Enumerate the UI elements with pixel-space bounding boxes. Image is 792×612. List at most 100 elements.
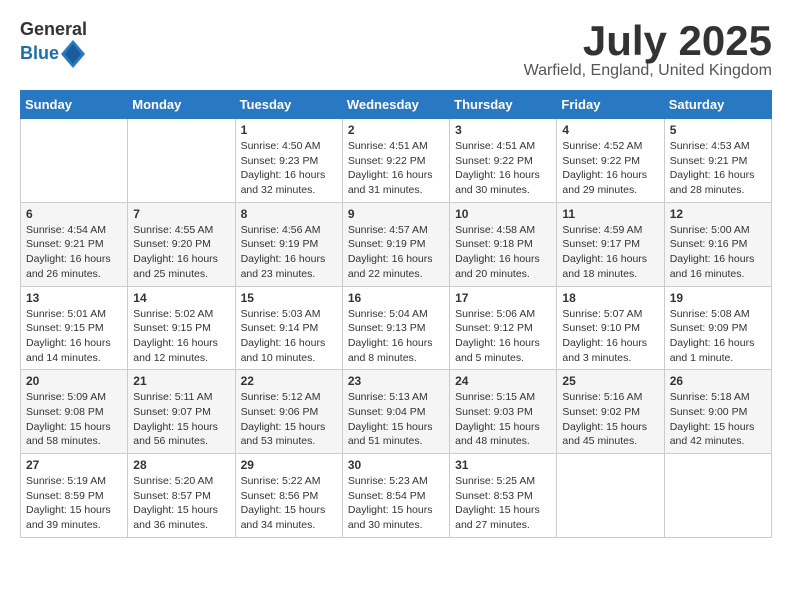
day-info: Sunrise: 4:56 AM Sunset: 9:19 PM Dayligh…: [241, 223, 337, 282]
weekday-header: Sunday: [21, 91, 128, 119]
day-number: 24: [455, 374, 551, 388]
day-info: Sunrise: 4:52 AM Sunset: 9:22 PM Dayligh…: [562, 139, 658, 198]
day-number: 28: [133, 458, 229, 472]
logo-blue-text: Blue: [20, 44, 59, 64]
day-number: 22: [241, 374, 337, 388]
calendar-cell: 19 Sunrise: 5:08 AM Sunset: 9:09 PM Dayli…: [664, 286, 771, 370]
calendar-cell: 23 Sunrise: 5:13 AM Sunset: 9:04 PM Dayli…: [342, 370, 449, 454]
day-info: Sunrise: 5:08 AM Sunset: 9:09 PM Dayligh…: [670, 307, 766, 366]
day-number: 26: [670, 374, 766, 388]
calendar-cell: 16Sunrise: 5:04 AM Sunset: 9:13 PM Dayli…: [342, 286, 449, 370]
calendar-cell: [128, 119, 235, 203]
day-info: Sunrise: 5:19 AM Sunset: 8:59 PM Dayligh…: [26, 474, 122, 533]
weekday-header: Tuesday: [235, 91, 342, 119]
day-info: Sunrise: 5:18 AM Sunset: 9:00 PM Dayligh…: [670, 390, 766, 449]
day-number: 14: [133, 291, 229, 305]
day-number: 23: [348, 374, 444, 388]
logo-general-text: General: [20, 20, 87, 40]
day-number: 17: [455, 291, 551, 305]
calendar-week-row: 1 Sunrise: 4:50 AM Sunset: 9:23 PM Daylig…: [21, 119, 772, 203]
day-info: Sunrise: 5:22 AM Sunset: 8:56 PM Dayligh…: [241, 474, 337, 533]
day-number: 30: [348, 458, 444, 472]
location-title: Warfield, England, United Kingdom: [524, 62, 772, 80]
calendar-cell: 13 Sunrise: 5:01 AM Sunset: 9:15 PM Dayli…: [21, 286, 128, 370]
day-number: 9: [348, 207, 444, 221]
day-number: 16: [348, 291, 444, 305]
day-info: Sunrise: 5:02 AM Sunset: 9:15 PM Dayligh…: [133, 307, 229, 366]
calendar-cell: 24Sunrise: 5:15 AM Sunset: 9:03 PM Dayli…: [450, 370, 557, 454]
day-info: Sunrise: 4:59 AM Sunset: 9:17 PM Dayligh…: [562, 223, 658, 282]
calendar-cell: 30 Sunrise: 5:23 AM Sunset: 8:54 PM Dayli…: [342, 454, 449, 538]
calendar-header-row: SundayMondayTuesdayWednesdayThursdayFrid…: [21, 91, 772, 119]
calendar-week-row: 27 Sunrise: 5:19 AM Sunset: 8:59 PM Dayli…: [21, 454, 772, 538]
calendar-week-row: 13 Sunrise: 5:01 AM Sunset: 9:15 PM Dayli…: [21, 286, 772, 370]
calendar-cell: 22Sunrise: 5:12 AM Sunset: 9:06 PM Dayli…: [235, 370, 342, 454]
calendar-cell: 7 Sunrise: 4:55 AM Sunset: 9:20 PM Daylig…: [128, 202, 235, 286]
day-info: Sunrise: 5:00 AM Sunset: 9:16 PM Dayligh…: [670, 223, 766, 282]
day-info: Sunrise: 5:11 AM Sunset: 9:07 PM Dayligh…: [133, 390, 229, 449]
day-number: 27: [26, 458, 122, 472]
calendar-cell: 25Sunrise: 5:16 AM Sunset: 9:02 PM Dayli…: [557, 370, 664, 454]
day-number: 1: [241, 123, 337, 137]
calendar-cell: 10 Sunrise: 4:58 AM Sunset: 9:18 PM Dayli…: [450, 202, 557, 286]
day-info: Sunrise: 4:51 AM Sunset: 9:22 PM Dayligh…: [455, 139, 551, 198]
weekday-header: Thursday: [450, 91, 557, 119]
day-info: Sunrise: 5:06 AM Sunset: 9:12 PM Dayligh…: [455, 307, 551, 366]
calendar-cell: 1 Sunrise: 4:50 AM Sunset: 9:23 PM Daylig…: [235, 119, 342, 203]
calendar-cell: 9 Sunrise: 4:57 AM Sunset: 9:19 PM Daylig…: [342, 202, 449, 286]
day-number: 11: [562, 207, 658, 221]
calendar-cell: 4Sunrise: 4:52 AM Sunset: 9:22 PM Daylig…: [557, 119, 664, 203]
calendar-cell: 29 Sunrise: 5:22 AM Sunset: 8:56 PM Dayli…: [235, 454, 342, 538]
day-info: Sunrise: 4:57 AM Sunset: 9:19 PM Dayligh…: [348, 223, 444, 282]
day-number: 29: [241, 458, 337, 472]
day-info: Sunrise: 4:54 AM Sunset: 9:21 PM Dayligh…: [26, 223, 122, 282]
calendar-cell: 12Sunrise: 5:00 AM Sunset: 9:16 PM Dayli…: [664, 202, 771, 286]
calendar-cell: 18 Sunrise: 5:07 AM Sunset: 9:10 PM Dayli…: [557, 286, 664, 370]
calendar-table: SundayMondayTuesdayWednesdayThursdayFrid…: [20, 90, 772, 538]
calendar-cell: 6 Sunrise: 4:54 AM Sunset: 9:21 PM Daylig…: [21, 202, 128, 286]
day-number: 5: [670, 123, 766, 137]
day-number: 3: [455, 123, 551, 137]
calendar-cell: 20Sunrise: 5:09 AM Sunset: 9:08 PM Dayli…: [21, 370, 128, 454]
calendar-cell: 27 Sunrise: 5:19 AM Sunset: 8:59 PM Dayli…: [21, 454, 128, 538]
day-number: 13: [26, 291, 122, 305]
calendar-cell: 11 Sunrise: 4:59 AM Sunset: 9:17 PM Dayli…: [557, 202, 664, 286]
calendar-cell: 15Sunrise: 5:03 AM Sunset: 9:14 PM Dayli…: [235, 286, 342, 370]
day-number: 19: [670, 291, 766, 305]
calendar-cell: [664, 454, 771, 538]
logo-icon: [61, 40, 85, 68]
day-info: Sunrise: 5:01 AM Sunset: 9:15 PM Dayligh…: [26, 307, 122, 366]
calendar-cell: [21, 119, 128, 203]
day-info: Sunrise: 4:50 AM Sunset: 9:23 PM Dayligh…: [241, 139, 337, 198]
day-info: Sunrise: 4:55 AM Sunset: 9:20 PM Dayligh…: [133, 223, 229, 282]
calendar-cell: 3 Sunrise: 4:51 AM Sunset: 9:22 PM Daylig…: [450, 119, 557, 203]
day-info: Sunrise: 5:16 AM Sunset: 9:02 PM Dayligh…: [562, 390, 658, 449]
weekday-header: Monday: [128, 91, 235, 119]
weekday-header: Friday: [557, 91, 664, 119]
weekday-header: Wednesday: [342, 91, 449, 119]
day-number: 21: [133, 374, 229, 388]
day-info: Sunrise: 5:20 AM Sunset: 8:57 PM Dayligh…: [133, 474, 229, 533]
calendar-cell: 31Sunrise: 5:25 AM Sunset: 8:53 PM Dayli…: [450, 454, 557, 538]
logo: General Blue: [20, 20, 87, 68]
calendar-cell: 2Sunrise: 4:51 AM Sunset: 9:22 PM Daylig…: [342, 119, 449, 203]
month-title: July 2025: [524, 20, 772, 62]
day-number: 6: [26, 207, 122, 221]
day-number: 7: [133, 207, 229, 221]
calendar-cell: 28 Sunrise: 5:20 AM Sunset: 8:57 PM Dayli…: [128, 454, 235, 538]
weekday-header: Saturday: [664, 91, 771, 119]
day-info: Sunrise: 4:53 AM Sunset: 9:21 PM Dayligh…: [670, 139, 766, 198]
day-info: Sunrise: 5:09 AM Sunset: 9:08 PM Dayligh…: [26, 390, 122, 449]
day-number: 15: [241, 291, 337, 305]
day-info: Sunrise: 5:13 AM Sunset: 9:04 PM Dayligh…: [348, 390, 444, 449]
day-info: Sunrise: 5:23 AM Sunset: 8:54 PM Dayligh…: [348, 474, 444, 533]
calendar-cell: 14 Sunrise: 5:02 AM Sunset: 9:15 PM Dayli…: [128, 286, 235, 370]
calendar-week-row: 6 Sunrise: 4:54 AM Sunset: 9:21 PM Daylig…: [21, 202, 772, 286]
day-info: Sunrise: 5:07 AM Sunset: 9:10 PM Dayligh…: [562, 307, 658, 366]
day-number: 8: [241, 207, 337, 221]
day-number: 18: [562, 291, 658, 305]
day-number: 31: [455, 458, 551, 472]
day-number: 10: [455, 207, 551, 221]
day-info: Sunrise: 4:58 AM Sunset: 9:18 PM Dayligh…: [455, 223, 551, 282]
calendar-cell: [557, 454, 664, 538]
